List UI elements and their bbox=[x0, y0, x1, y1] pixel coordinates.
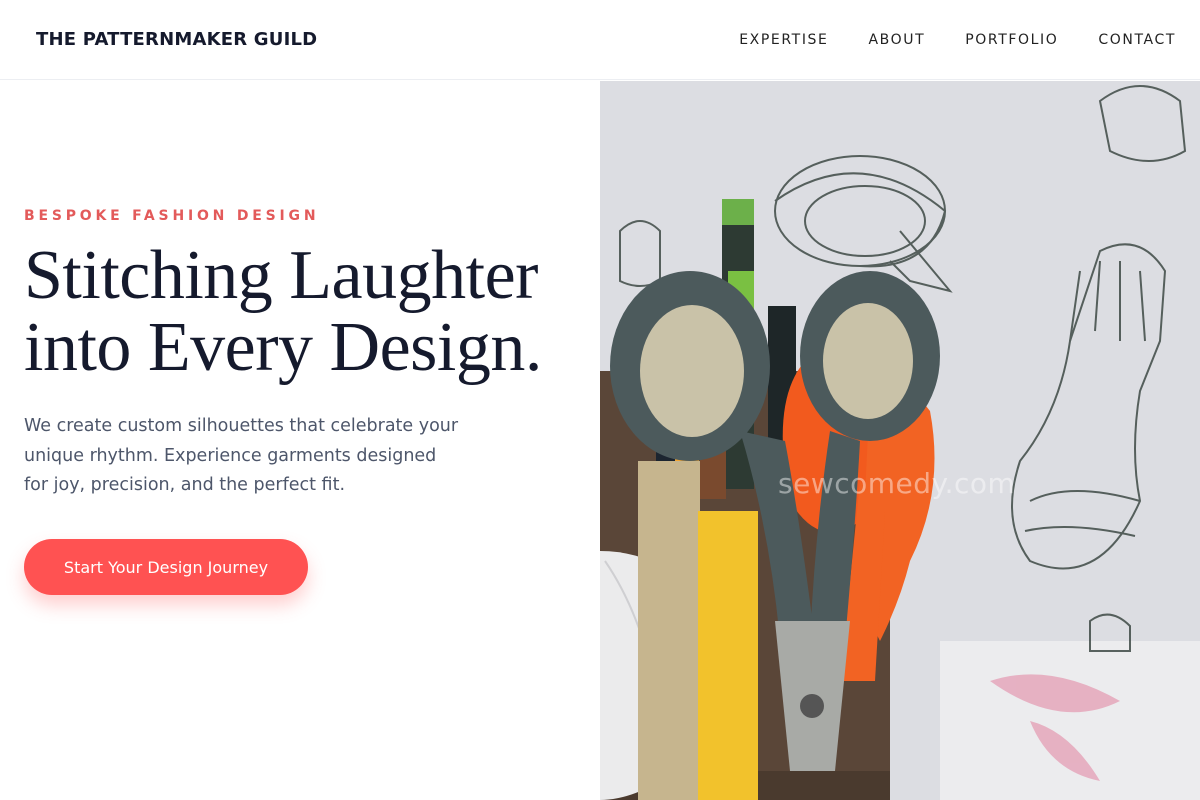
headline-line-1: Stitching Laughter bbox=[24, 237, 538, 314]
scissors-and-pencils-in-holder-icon bbox=[600, 81, 1200, 800]
main-nav: EXPERTISE ABOUT PORTFOLIO CONTACT bbox=[739, 32, 1176, 48]
nav-link-about[interactable]: ABOUT bbox=[868, 32, 925, 48]
image-watermark: sewcomedy.com bbox=[778, 467, 1016, 500]
nav-link-portfolio[interactable]: PORTFOLIO bbox=[965, 32, 1058, 48]
hero-headline: Stitching Laughter into Every Design. bbox=[24, 240, 594, 384]
nav-link-contact[interactable]: CONTACT bbox=[1098, 32, 1176, 48]
site-header: THE PATTERNMAKER GUILD EXPERTISE ABOUT P… bbox=[0, 0, 1200, 80]
description-line-1: We create custom silhouettes that celebr… bbox=[24, 416, 459, 436]
description-line-2: unique rhythm. Experience garments desig… bbox=[24, 445, 437, 466]
start-design-journey-button[interactable]: Start Your Design Journey bbox=[24, 539, 308, 595]
hero-eyebrow: BESPOKE FASHION DESIGN bbox=[24, 208, 320, 224]
description-line-3: for joy, precision, and the perfect fit. bbox=[24, 475, 346, 495]
hero-image: sewcomedy.com bbox=[600, 81, 1200, 800]
brand-logo[interactable]: THE PATTERNMAKER GUILD bbox=[36, 29, 317, 50]
headline-line-2: into Every Design. bbox=[24, 309, 542, 386]
nav-link-expertise[interactable]: EXPERTISE bbox=[739, 32, 828, 48]
hero-description: We create custom silhouettes that celebr… bbox=[24, 412, 494, 501]
